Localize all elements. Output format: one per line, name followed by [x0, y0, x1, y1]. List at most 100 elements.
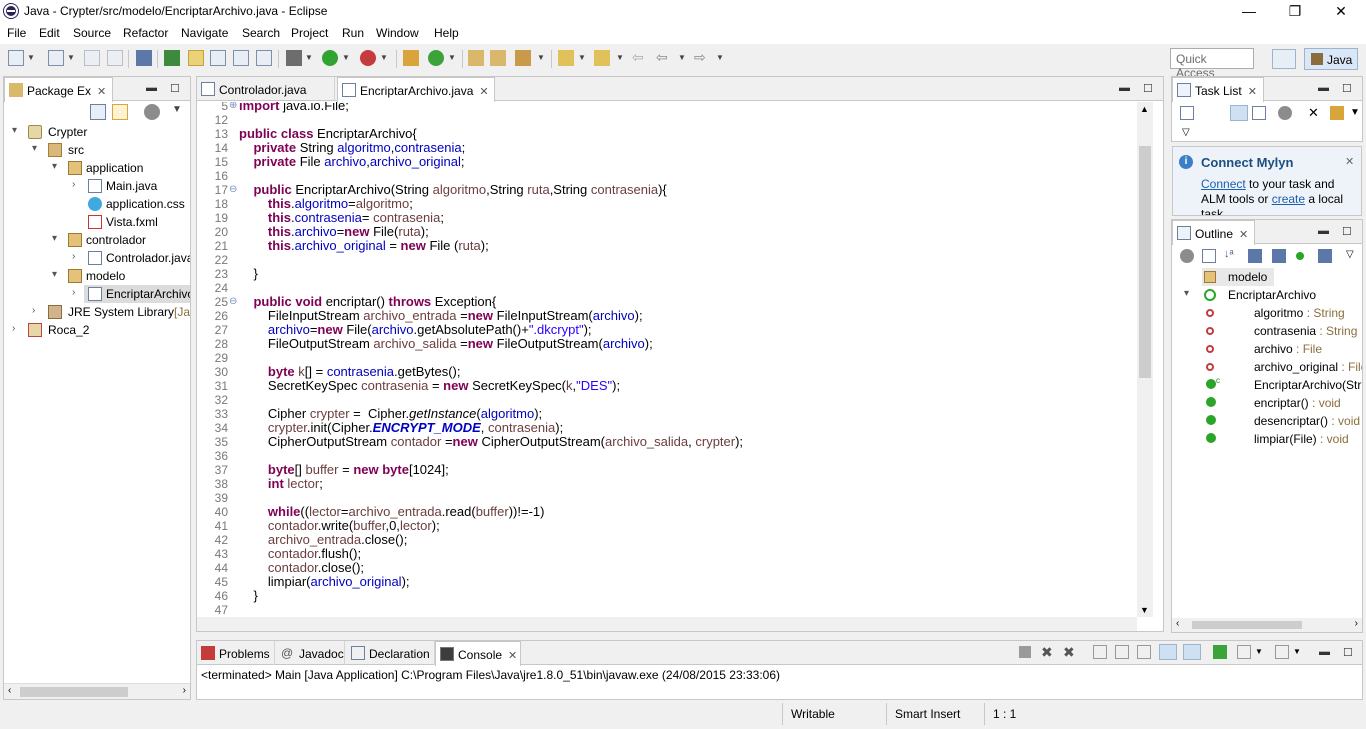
link-with-editor-icon[interactable] — [112, 104, 128, 120]
menu-navigate[interactable]: Navigate — [181, 26, 228, 40]
code-line[interactable]: 26 FileInputStream archivo_entrada =new … — [197, 309, 1137, 324]
code-line[interactable]: 39 — [197, 491, 1137, 505]
code-line[interactable]: 16 — [197, 169, 1137, 183]
expand-arrow-icon[interactable]: ▾ — [1184, 288, 1189, 299]
new-class-dropdown-icon[interactable]: ▼ — [448, 53, 456, 62]
code-line[interactable]: 20 this.archivo=new File(ruta); — [197, 225, 1137, 240]
terminate-icon[interactable] — [1019, 646, 1031, 658]
collapse-fold-icon[interactable]: ⊖ — [229, 183, 237, 197]
view-menu-icon[interactable]: ▼ — [172, 104, 188, 120]
search-dropdown-icon[interactable]: ▼ — [537, 53, 545, 62]
maximize-view-icon[interactable]: ☐ — [1342, 82, 1352, 95]
code-line[interactable]: 13 public class EncriptarArchivo{ — [197, 127, 1137, 142]
categorized-icon[interactable] — [1230, 105, 1248, 121]
new-java-project-icon[interactable] — [403, 50, 419, 66]
expand-arrow-icon[interactable]: ▾ — [52, 233, 62, 244]
horizontal-scrollbar[interactable]: ‹ › — [4, 683, 190, 699]
word-wrap-icon[interactable] — [1137, 645, 1151, 659]
scroll-down-icon[interactable]: ▼ — [1140, 605, 1149, 615]
search-icon[interactable] — [515, 50, 531, 66]
expand-arrow-icon[interactable]: › — [72, 179, 82, 190]
close-icon[interactable]: ✕ — [1345, 155, 1354, 168]
view-menu-icon[interactable]: ▽ — [1346, 249, 1354, 260]
display-console-dropdown-icon[interactable]: ▼ — [1255, 647, 1263, 656]
collapse-all-icon[interactable] — [1202, 249, 1216, 263]
debug-skip-icon[interactable] — [164, 50, 180, 66]
open-folder-icon[interactable] — [468, 50, 484, 66]
forward-icon[interactable]: ⇨ — [694, 50, 710, 66]
code-line[interactable]: 40 while((lector=archivo_entrada.read(bu… — [197, 505, 1137, 520]
tab-task-list[interactable]: Task List ✕ — [1172, 77, 1264, 102]
code-text-area[interactable]: 5 ⊕ import java.io.File; 12 13 public class E… — [197, 102, 1137, 617]
expand-arrow-icon[interactable]: ▾ — [52, 161, 62, 172]
tree-row-roca-2[interactable]: › Roca_2 — [4, 321, 190, 339]
hide-nonpublic-icon[interactable] — [1296, 252, 1304, 260]
menu-edit[interactable]: Edit — [39, 26, 60, 40]
tab-declaration[interactable]: Declaration — [347, 641, 435, 665]
code-line[interactable]: 29 — [197, 351, 1137, 365]
toggle-occurrences-icon[interactable] — [210, 50, 226, 66]
toggle-ant-icon[interactable] — [136, 50, 152, 66]
code-line[interactable]: 31 SecretKeySpec contrasenia = new Secre… — [197, 379, 1137, 394]
scroll-thumb[interactable] — [20, 687, 128, 697]
previous-annotation-dropdown-icon[interactable]: ▼ — [616, 53, 624, 62]
menu-source[interactable]: Source — [73, 26, 111, 40]
scheduled-icon[interactable] — [1252, 106, 1266, 120]
close-icon[interactable]: ✕ — [1248, 86, 1257, 98]
close-icon[interactable]: ✕ — [508, 650, 517, 662]
outline-item-field[interactable]: archivo : File — [1172, 340, 1362, 358]
scroll-left-icon[interactable]: ‹ — [1176, 618, 1179, 629]
code-line[interactable]: 38 int lector; — [197, 477, 1137, 492]
new-class-icon[interactable] — [428, 50, 444, 66]
expand-fold-icon[interactable]: ⊕ — [229, 102, 237, 113]
filter-completed-icon[interactable]: ✕ — [1308, 105, 1319, 121]
new-icon[interactable] — [8, 50, 24, 66]
back-icon[interactable]: ⇦ — [656, 50, 672, 66]
maximize-view-icon[interactable]: ☐ — [1343, 646, 1353, 659]
display-console-icon[interactable] — [1237, 645, 1251, 659]
code-line[interactable]: 32 — [197, 393, 1137, 407]
java-perspective-button[interactable]: Java — [1304, 48, 1358, 70]
tab-package-explorer[interactable]: Package Ex ✕ — [4, 77, 114, 102]
menu-window[interactable]: Window — [376, 26, 419, 40]
code-line[interactable]: 30 byte k[] = contrasenia.getBytes(); — [197, 365, 1137, 380]
code-line[interactable]: 25 ⊖ public void encriptar() throws Excep… — [197, 295, 1137, 310]
code-line[interactable]: 41 contador.write(buffer,0,lector); — [197, 519, 1137, 534]
maximize-view-icon[interactable]: ☐ — [1143, 82, 1153, 95]
expand-arrow-icon[interactable]: › — [72, 251, 82, 262]
tab-encriptararchivo-java[interactable]: EncriptarArchivo.java ✕ — [337, 77, 495, 102]
expand-arrow-icon[interactable]: › — [12, 323, 22, 334]
new-dropdown-icon[interactable]: ▼ — [27, 53, 35, 62]
code-line[interactable]: 42 archivo_entrada.close(); — [197, 533, 1137, 548]
expand-arrow-icon[interactable]: ▾ — [12, 125, 22, 136]
tree-row-crypter[interactable]: ▾ Crypter — [4, 123, 190, 141]
quick-access-input[interactable]: Quick Access — [1170, 48, 1254, 80]
previous-annotation-icon[interactable] — [594, 50, 610, 66]
hide-fields-icon[interactable] — [1248, 249, 1262, 263]
minimize-view-icon[interactable]: ▬ — [1319, 646, 1330, 658]
open-perspective-icon[interactable] — [1272, 49, 1296, 69]
tree-row-application-css[interactable]: application.css — [4, 195, 190, 213]
scroll-thumb[interactable] — [1139, 146, 1151, 378]
horizontal-scrollbar[interactable]: ‹ › — [1172, 618, 1362, 632]
code-line[interactable]: 18 this.algoritmo=algoritmo; — [197, 197, 1137, 212]
view-menu-icon[interactable]: ▼ — [1350, 107, 1360, 118]
scroll-thumb[interactable] — [1192, 621, 1302, 629]
code-line[interactable]: 35 CipherOutputStream contador =new Ciph… — [197, 435, 1137, 450]
outline-item-field[interactable]: archivo_original : File — [1172, 358, 1362, 376]
menu-file[interactable]: File — [7, 26, 26, 40]
outline-item-constructor[interactable]: c EncriptarArchivo(Str — [1172, 376, 1362, 394]
open-console-icon[interactable] — [1275, 645, 1289, 659]
code-line[interactable]: 43 contador.flush(); — [197, 547, 1137, 562]
code-line[interactable]: 21 this.archivo_original = new File (rut… — [197, 239, 1137, 254]
code-line[interactable]: 12 — [197, 113, 1137, 127]
forward-dropdown-icon[interactable]: ▼ — [716, 53, 724, 62]
collapse-all-icon[interactable] — [90, 104, 106, 120]
expand-arrow-icon[interactable]: ▾ — [32, 143, 42, 154]
outline-item-method[interactable]: encriptar() : void — [1172, 394, 1362, 412]
tree-row-application[interactable]: ▾ application — [4, 159, 190, 177]
tree-row-src[interactable]: ▾ src — [4, 141, 190, 159]
scroll-right-icon[interactable]: › — [1355, 618, 1358, 629]
scroll-up-icon[interactable]: ▲ — [1140, 104, 1149, 114]
minimize-view-icon[interactable]: ▬ — [1318, 225, 1329, 237]
